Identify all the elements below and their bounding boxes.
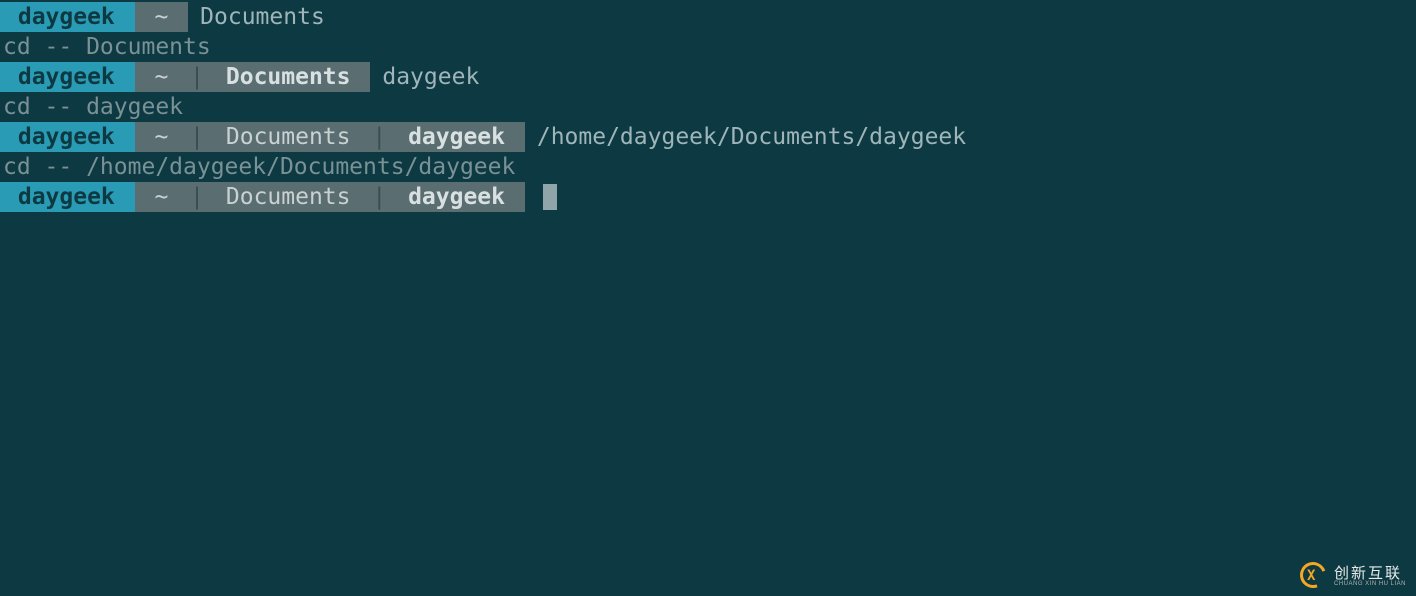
terminal-line: cd -- Documents	[0, 32, 1416, 62]
terminal-line: daygeek ~ Documents	[0, 2, 1416, 32]
output-text: cd -- daygeek	[0, 92, 183, 122]
prompt-path-segment: daygeek	[388, 122, 525, 152]
prompt-separator-icon: |	[188, 62, 206, 92]
command-input-text: daygeek	[370, 62, 479, 92]
prompt-path-segment: daygeek	[388, 182, 525, 212]
terminal-line: daygeek ~ | Documents daygeek	[0, 62, 1416, 92]
prompt-path-segment: ~	[135, 122, 189, 152]
terminal-line: daygeek ~ | Documents | daygeek /home/da…	[0, 122, 1416, 152]
terminal-area[interactable]: daygeek ~ Documentscd -- Documents dayge…	[0, 0, 1416, 212]
terminal-line: cd -- /home/daygeek/Documents/daygeek	[0, 152, 1416, 182]
watermark-logo-icon: X	[1300, 562, 1328, 590]
output-text: cd -- /home/daygeek/Documents/daygeek	[0, 152, 515, 182]
terminal-line: cd -- daygeek	[0, 92, 1416, 122]
cursor-icon	[543, 184, 557, 210]
prompt-path-segment: ~	[135, 182, 189, 212]
prompt-separator-icon: |	[188, 182, 206, 212]
prompt-user-segment: daygeek	[0, 2, 135, 32]
command-input-text: /home/daygeek/Documents/daygeek	[525, 122, 966, 152]
prompt-user-segment: daygeek	[0, 62, 135, 92]
prompt-user-segment: daygeek	[0, 122, 135, 152]
prompt-separator-icon: |	[370, 122, 388, 152]
prompt-path-segment: Documents	[206, 62, 370, 92]
watermark: X 创新互联 CHUANG XIN HU LIAN	[1300, 562, 1406, 590]
watermark-en-text: CHUANG XIN HU LIAN	[1334, 581, 1406, 587]
prompt-user-segment: daygeek	[0, 182, 135, 212]
terminal-line: daygeek ~ | Documents | daygeek	[0, 182, 1416, 212]
prompt-separator-icon: |	[188, 122, 206, 152]
prompt-path-segment: Documents	[206, 122, 370, 152]
prompt-path-segment: Documents	[206, 182, 370, 212]
output-text: cd -- Documents	[0, 32, 211, 62]
prompt-path-segment: ~	[135, 2, 189, 32]
prompt-separator-icon: |	[370, 182, 388, 212]
command-input-text: Documents	[188, 2, 325, 32]
prompt-path-segment: ~	[135, 62, 189, 92]
watermark-cn-text: 创新互联	[1334, 566, 1406, 581]
